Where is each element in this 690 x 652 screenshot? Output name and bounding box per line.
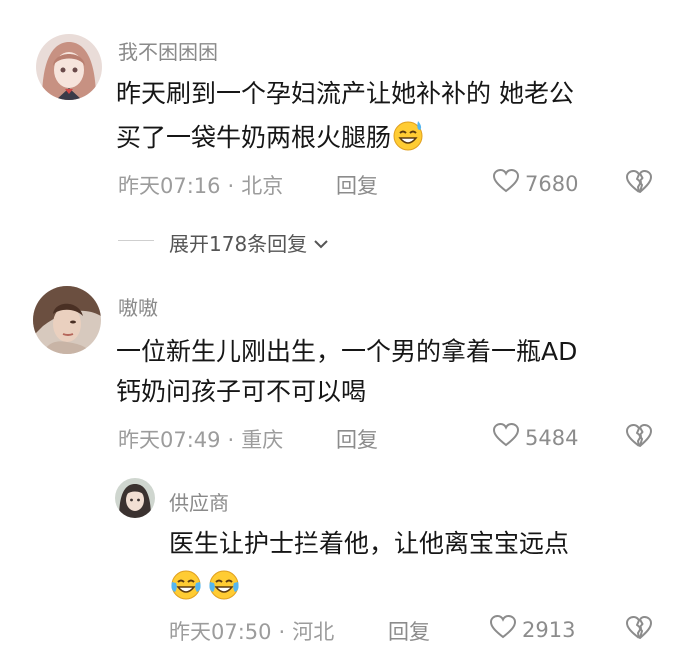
- broken-heart-icon: [626, 170, 652, 198]
- comment-text: 昨天刷到一个孕妇流产让她补补的 她老公 买了一袋牛奶两根火腿肠: [116, 74, 676, 158]
- like-button[interactable]: 2913: [489, 614, 576, 644]
- reply-text-line: 医生让护士拦着他，让他离宝宝远点: [169, 529, 570, 558]
- chevron-down-icon: [313, 231, 329, 255]
- location: 河北: [292, 620, 335, 644]
- location: 重庆: [241, 428, 284, 452]
- separator: ·: [278, 620, 286, 644]
- dislike-button[interactable]: [626, 616, 652, 644]
- comment-text: 一位新生儿刚出生，一个男的拿着一瓶AD 钙奶问孩子可不可以喝: [116, 332, 676, 412]
- comment-meta: 昨天07:16 · 北京: [118, 170, 283, 200]
- comment-text-line: 钙奶问孩子可不可以喝: [116, 377, 367, 406]
- avatar[interactable]: [33, 286, 101, 354]
- heart-outline-icon: [492, 168, 520, 198]
- reply-username[interactable]: 供应商: [169, 487, 229, 516]
- avatar[interactable]: [115, 478, 155, 518]
- like-button[interactable]: 7680: [492, 168, 579, 198]
- broken-heart-icon: [626, 424, 652, 452]
- comment-text-fragment: 买了一袋牛奶两根火腿肠: [116, 123, 392, 152]
- comment-meta: 昨天07:49 · 重庆: [118, 424, 283, 454]
- location: 北京: [241, 174, 284, 198]
- dislike-button[interactable]: [626, 424, 652, 452]
- like-button[interactable]: 5484: [492, 422, 579, 452]
- like-count: 5484: [525, 425, 579, 450]
- timestamp: 昨天07:49: [118, 428, 221, 452]
- reply-meta: 昨天07:50 · 河北: [169, 616, 334, 646]
- reply-button[interactable]: 回复: [336, 170, 378, 200]
- heart-outline-icon: [489, 614, 517, 644]
- comment-text-line: 买了一袋牛奶两根火腿肠: [116, 118, 676, 158]
- reply-emoji-line: [169, 568, 669, 608]
- expand-divider: [118, 240, 154, 241]
- expand-replies-button[interactable]: 展开178条回复: [169, 228, 329, 257]
- comment-text-line: 昨天刷到一个孕妇流产让她补补的 她老公: [116, 79, 574, 108]
- timestamp: 昨天07:16: [118, 174, 221, 198]
- sweat-smile-emoji-icon: [391, 118, 425, 152]
- reply-text: 医生让护士拦着他，让他离宝宝远点: [169, 524, 669, 608]
- reply-button[interactable]: 回复: [388, 616, 430, 646]
- dislike-button[interactable]: [626, 170, 652, 198]
- tears-of-joy-emoji-icon: [207, 568, 241, 602]
- separator: ·: [227, 174, 235, 198]
- expand-label: 展开178条回复: [169, 232, 308, 256]
- timestamp: 昨天07:50: [169, 620, 272, 644]
- avatar[interactable]: [36, 34, 102, 100]
- tears-of-joy-emoji-icon: [169, 568, 203, 602]
- comment-text-line: 一位新生儿刚出生，一个男的拿着一瓶AD: [116, 337, 578, 366]
- broken-heart-icon: [626, 616, 652, 644]
- separator: ·: [227, 428, 235, 452]
- comment-username[interactable]: 我不困困困: [118, 36, 218, 65]
- like-count: 2913: [522, 617, 576, 642]
- comment-username[interactable]: 嗷嗷: [118, 292, 158, 321]
- like-count: 7680: [525, 171, 579, 196]
- reply-button[interactable]: 回复: [336, 424, 378, 454]
- heart-outline-icon: [492, 422, 520, 452]
